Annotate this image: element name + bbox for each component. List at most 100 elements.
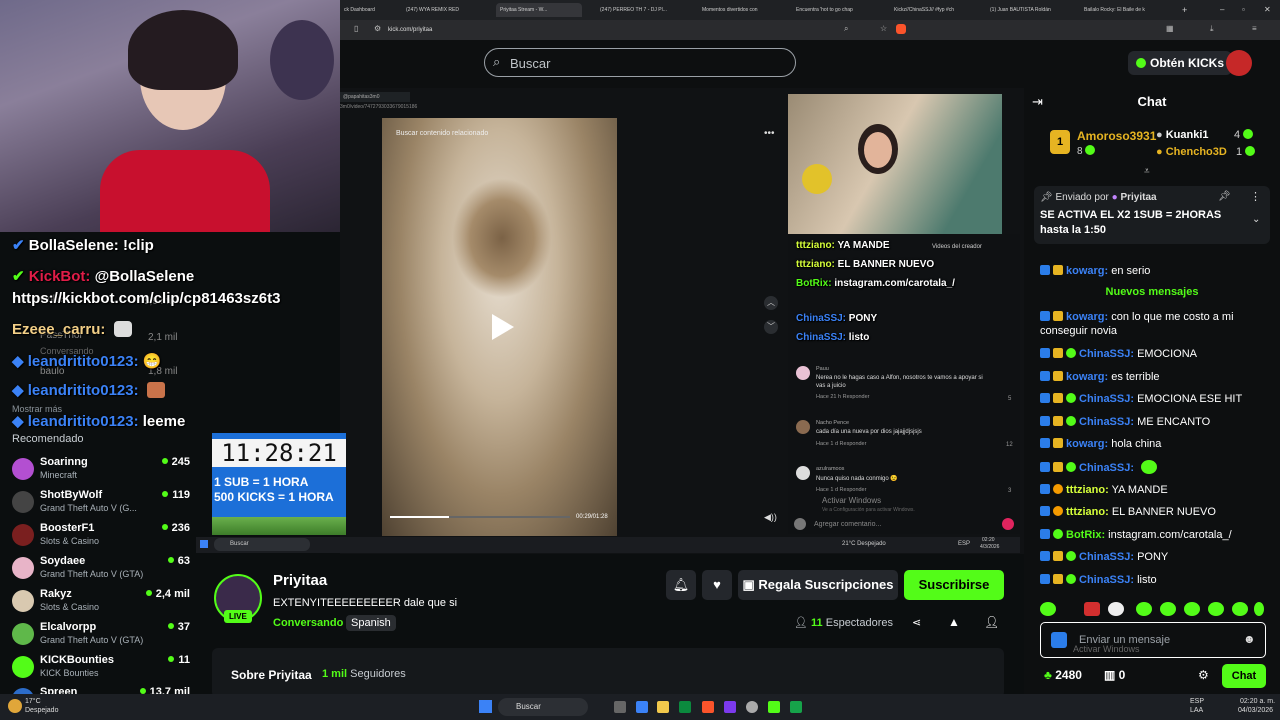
emote-bar[interactable] — [1040, 600, 1264, 618]
verified-badge-icon — [1040, 265, 1050, 275]
language-tag[interactable]: Spanish — [346, 615, 396, 631]
taskbar-lang[interactable]: ESP — [1190, 698, 1204, 705]
emote-icon[interactable] — [1184, 602, 1200, 616]
scroll-up-icon[interactable]: ︿ — [764, 296, 778, 310]
leaderboard-name: Amoroso3931 — [1077, 129, 1157, 143]
kick-app-icon[interactable] — [768, 701, 780, 713]
live-badge: LIVE — [224, 610, 252, 623]
emote-icon[interactable] — [1208, 602, 1224, 616]
emote-icon[interactable] — [1254, 602, 1264, 616]
emote-icon[interactable] — [1040, 602, 1056, 616]
sidebar-item-soydaee[interactable]: Soydaee Grand Theft Auto V (GTA) 63 — [12, 553, 190, 586]
browser-tab[interactable]: (247) PERREO TH 7 - DJ Pl... — [596, 3, 684, 17]
new-tab-icon[interactable]: + — [1178, 3, 1190, 17]
weather-icon[interactable] — [8, 699, 22, 713]
extensions-icon[interactable]: ▦ — [1166, 24, 1174, 33]
chat-message: ChinaSSJ: ME ENCANTO — [1040, 415, 1264, 429]
video-progress-track[interactable] — [390, 516, 570, 518]
minimize-icon[interactable]: – — [1216, 3, 1228, 17]
channel-category: Minecraft — [40, 470, 78, 480]
pin-toggle-icon[interactable]: 📌︎ — [1218, 191, 1231, 202]
send-comment-icon[interactable] — [1002, 518, 1014, 530]
task-view-icon[interactable] — [614, 701, 626, 713]
browser-tab[interactable]: Bailalo Rocky: El Baile de k — [1080, 3, 1172, 17]
video-content-monkey[interactable]: Buscar contenido relacionado 00:29/01:28 — [382, 118, 617, 536]
app-icon[interactable] — [724, 701, 736, 713]
search-input[interactable]: ⌕ Buscar — [484, 48, 796, 77]
subathon-timer: 11:28:21 1 SUB = 1 HORA 500 KICKS = 1 HO… — [212, 433, 346, 535]
bookmark-icon[interactable]: ▯ — [354, 24, 358, 33]
downloads-icon[interactable]: ⤓ — [1210, 24, 1214, 34]
brave-icon[interactable] — [702, 701, 714, 713]
browser-tab-active[interactable]: Priyitaa Stream - W... — [496, 3, 582, 17]
browser-tab[interactable]: Momentos divertidos con — [698, 3, 780, 17]
verified-badge-icon — [1040, 529, 1050, 539]
emote-icon[interactable] — [1136, 602, 1152, 616]
taskbar-time[interactable]: 02:20 a. m. — [1240, 698, 1275, 705]
guest-camera — [788, 94, 1002, 234]
browser-tab[interactable]: (247) WYA REMIX RED — [402, 3, 484, 17]
gift-subscriptions-button[interactable]: ▣ Regala Suscripciones — [738, 570, 898, 600]
more-options-icon[interactable]: ••• — [764, 128, 775, 139]
emote-icon[interactable] — [1232, 602, 1248, 616]
file-explorer-icon[interactable] — [657, 701, 669, 713]
site-info-icon[interactable]: ⚙ — [374, 24, 381, 33]
pinned-message[interactable]: 📌︎ Enviado por ● Priyitaa 📌︎ ⋮ SE ACTIVA… — [1034, 186, 1270, 244]
identity-badge-icon[interactable] — [1051, 632, 1067, 648]
play-icon[interactable] — [492, 314, 514, 340]
notification-bell-button[interactable]: 🔔︎ — [666, 570, 696, 600]
sidebar-item-shotbywolf[interactable]: ShotByWolf Grand Theft Auto V (G... 119 — [12, 487, 190, 520]
channel-points[interactable]: ♣ 2480 — [1044, 668, 1082, 682]
stream-player[interactable]: @papahitas3m0 3m0/video/7472793033679015… — [340, 88, 1024, 554]
sidebar-item-rakyz[interactable]: Rakyz Slots & Casino 2,4 mil — [12, 586, 190, 619]
pinned-more-icon[interactable]: ⋮ — [1250, 190, 1261, 203]
creator-videos-tab[interactable]: Videos del creador — [932, 244, 982, 250]
zoom-icon[interactable]: ⌕ — [844, 24, 848, 34]
chat-input[interactable]: Enviar un mensaje Activar Windows ☻ — [1040, 622, 1266, 658]
sidebar-item-kickbounties[interactable]: KICKBounties KICK Bounties 11 — [12, 652, 190, 685]
share-icon[interactable]: ⋖ — [912, 616, 921, 629]
browser-tab[interactable]: ck Dashboard — [340, 3, 410, 17]
url-field[interactable]: kick.com/priyitaa — [388, 24, 432, 36]
chest-count[interactable]: ▥ 0 — [1104, 668, 1125, 682]
emote-icon[interactable] — [1108, 602, 1124, 616]
chat-settings-icon[interactable]: ⚙ — [1198, 668, 1209, 682]
stream-title: EXTENYITEEEEEEEEER dale que si — [273, 597, 458, 609]
copilot-icon[interactable] — [636, 701, 648, 713]
channel-name[interactable]: Priyitaa — [273, 572, 327, 589]
browser-tab[interactable]: Kickz//ChinaSSJ// #fyp #ch — [890, 3, 976, 17]
sidebar-item-elcalvorpp[interactable]: Elcalvorpp Grand Theft Auto V (GTA) 37 — [12, 619, 190, 652]
maximize-icon[interactable]: ▫ — [1238, 3, 1249, 17]
start-icon[interactable] — [479, 700, 492, 713]
verified-badge-icon — [1040, 484, 1050, 494]
menu-icon[interactable]: ≡ — [1252, 24, 1257, 33]
user-avatar[interactable] — [1226, 50, 1252, 76]
taskbar-search-box[interactable] — [498, 698, 588, 716]
report-icon[interactable]: ▲ — [948, 615, 960, 629]
subscribe-button[interactable]: Suscribirse — [904, 570, 1004, 600]
volume-icon[interactable]: ◀)) — [764, 512, 777, 523]
browser-tab[interactable]: Encuentra 'hot to go chap — [792, 3, 878, 17]
follow-heart-button[interactable]: ♥ — [702, 570, 732, 600]
expand-pinned-icon[interactable]: ⌄ — [1252, 214, 1260, 225]
sidebar-item-soarinng[interactable]: Soarinng Minecraft 245 — [12, 454, 190, 487]
add-comment-input[interactable]: Agregar comentario... — [814, 521, 881, 528]
emoji-icon[interactable]: ☻ — [1243, 632, 1256, 646]
overlay-chat-line: ✔ KickBot: @BollaSelene — [12, 268, 195, 285]
obs-icon[interactable] — [746, 701, 758, 713]
stream-category[interactable]: Conversando — [273, 617, 343, 629]
emote-icon[interactable] — [1160, 602, 1176, 616]
user-options-icon[interactable]: 👤︎ — [984, 615, 999, 629]
get-kicks-button[interactable]: Obtén KICKs — [1128, 51, 1232, 75]
browser-tab[interactable]: (1) Juan BAUTISTA Roldán — [986, 3, 1070, 17]
emote-icon[interactable] — [1084, 602, 1100, 616]
app-icon[interactable] — [790, 701, 802, 713]
sidebar-item-boosterf1[interactable]: BoosterF1 Slots & Casino 236 — [12, 520, 190, 553]
store-icon[interactable] — [679, 701, 691, 713]
expand-leaderboard-icon[interactable]: ⩡ — [1144, 166, 1150, 177]
brave-shield-icon[interactable] — [896, 24, 906, 34]
scroll-down-icon[interactable]: ﹀ — [764, 320, 778, 334]
chat-send-button[interactable]: Chat — [1222, 664, 1266, 688]
star-icon[interactable]: ☆ — [880, 24, 887, 33]
close-window-icon[interactable]: ✕ — [1260, 3, 1275, 17]
